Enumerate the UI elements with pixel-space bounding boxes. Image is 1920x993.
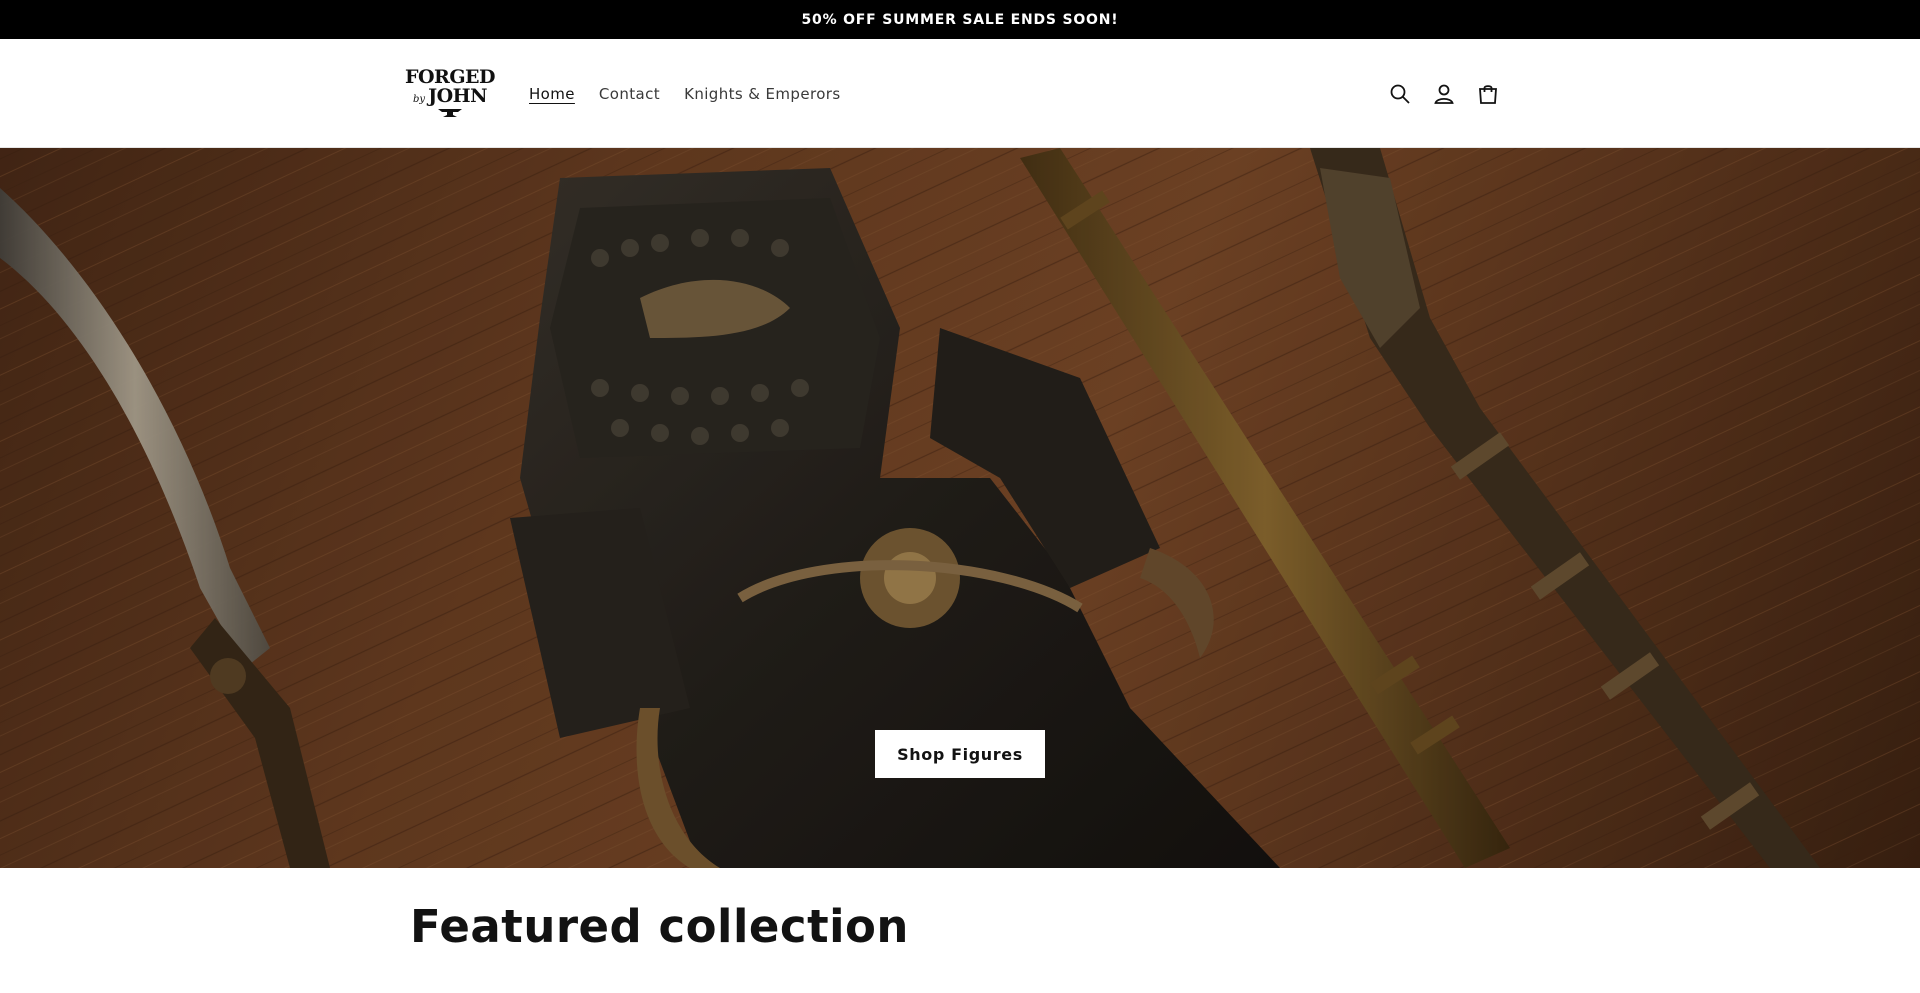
shop-figures-button[interactable]: Shop Figures <box>875 730 1045 778</box>
logo-line-by-john: by JOHN <box>413 87 487 109</box>
featured-collection-heading: Featured collection <box>410 900 909 953</box>
announcement-text: 50% OFF SUMMER SALE ENDS SOON! <box>801 11 1119 28</box>
logo-line-john: JOHN <box>428 85 487 107</box>
nav-knights-emperors[interactable]: Knights & Emperors <box>684 85 841 103</box>
search-icon[interactable] <box>1388 82 1412 106</box>
nav-home[interactable]: Home <box>529 85 575 103</box>
hero-banner: Shop Figures <box>0 148 1920 868</box>
main-nav: Home Contact Knights & Emperors <box>529 39 841 148</box>
logo[interactable]: FORGED by JOHN <box>405 67 496 121</box>
cart-icon[interactable] <box>1476 82 1500 106</box>
anvil-icon <box>438 109 462 117</box>
header-icons <box>1388 39 1500 148</box>
account-icon[interactable] <box>1432 82 1456 106</box>
nav-contact[interactable]: Contact <box>599 85 660 103</box>
announcement-bar: 50% OFF SUMMER SALE ENDS SOON! <box>0 0 1920 39</box>
logo-by: by <box>413 94 426 105</box>
logo-line-forged: FORGED <box>405 66 496 88</box>
site-header: FORGED by JOHN Home Contact Knights & Em… <box>0 39 1920 148</box>
